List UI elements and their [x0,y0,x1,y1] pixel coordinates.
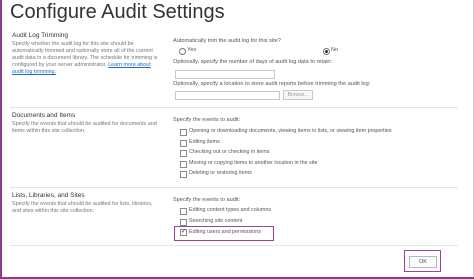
lists-heading: Lists, Libraries, and Sites [12,192,85,199]
trim-yes-radio[interactable] [179,48,186,55]
lists-option-label: Searching site content [189,218,243,224]
section-divider-1 [10,107,458,108]
lists-option-label: Editing content types and columns [189,207,272,213]
documents-heading: Documents and Items [12,112,76,119]
days-label: Optionally, specify the number of days o… [173,59,333,65]
lists-option-label: Editing users and permissions [189,229,261,235]
lists-events-label: Specify the events to audit: [173,197,241,203]
documents-option-checkbox[interactable] [180,140,187,147]
page-title: Configure Audit Settings [10,1,225,23]
lists-description: Specify the events that should be audite… [12,201,153,214]
window-frame-left [0,0,2,279]
documents-option-label: Editing items [189,139,220,145]
auto-trim-label: Automatically trim the audit log for thi… [173,38,281,44]
trim-no-label: No [331,47,339,53]
documents-option-label: Opening or downloading documents, viewin… [189,128,392,134]
trim-heading: Audit Log Trimming [12,32,68,39]
location-label: Optionally, specify a location to store … [173,81,371,87]
documents-events-label: Specify the events to audit: [173,117,241,123]
documents-description: Specify the events that should be audite… [12,121,157,134]
documents-option-checkbox[interactable] [180,129,187,136]
trim-no-radio[interactable] [323,48,330,55]
location-input[interactable] [175,91,280,100]
lists-option-checkbox[interactable] [180,219,187,226]
ok-button[interactable]: OK [409,256,437,268]
lists-option-checkbox-checked[interactable]: ✓ [180,229,187,236]
documents-option-checkbox[interactable] [180,161,187,168]
lists-option-checkbox[interactable] [180,208,187,215]
documents-option-label: Moving or copying items to another locat… [189,160,318,166]
browse-button[interactable]: Browse... [283,90,313,100]
documents-option-label: Deleting or restoring items [189,170,252,176]
trim-description: Specify whether the audit log for this s… [12,41,162,76]
documents-option-checkbox[interactable] [180,150,187,157]
days-input[interactable] [175,70,275,79]
trim-yes-label: Yes [187,47,197,53]
section-divider-2 [10,187,458,188]
documents-option-checkbox[interactable] [180,171,187,178]
documents-option-label: Checking out or checking in items [189,149,270,155]
section-divider-3 [10,245,458,246]
